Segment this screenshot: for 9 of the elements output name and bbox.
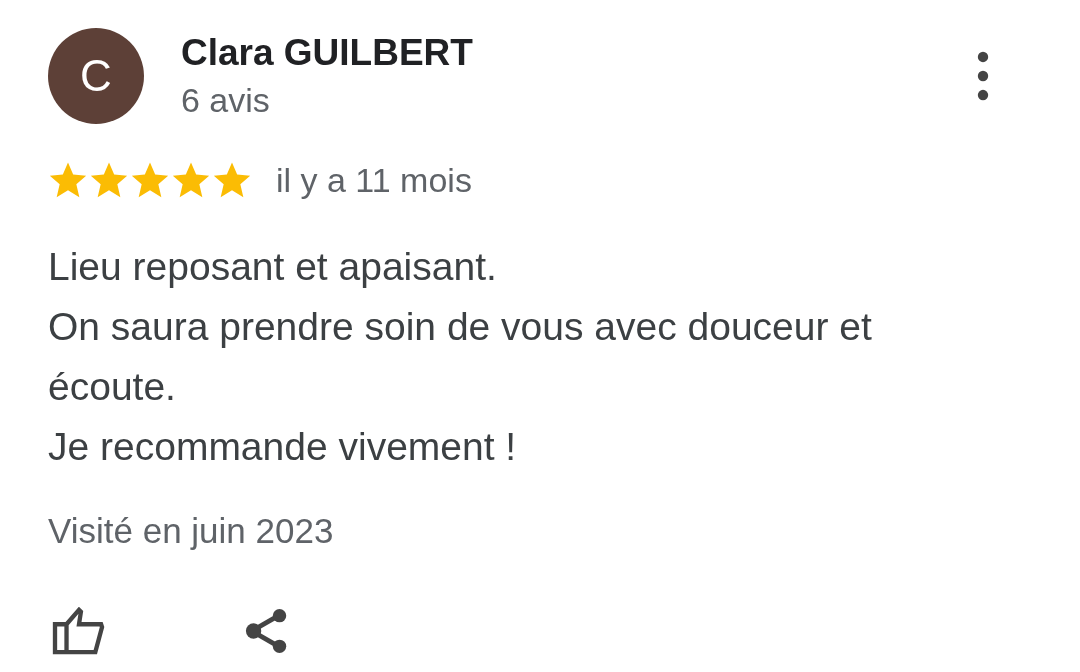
review-time: il y a 11 mois — [276, 160, 472, 200]
review-text: Lieu reposant et apaisant. — [48, 244, 498, 290]
review-text: Je recommande vivement ! — [48, 424, 518, 470]
review-text: On saura prendre soin de vous avec douceur et écoute. — [48, 304, 873, 410]
author-name: Clara GUILBERT — [181, 31, 474, 75]
visit-date: Visité en juin 2023 — [48, 510, 335, 552]
review-count: 6 avis — [181, 80, 271, 121]
avatar: C — [48, 28, 144, 124]
thumbs-up-icon[interactable] — [52, 607, 106, 655]
